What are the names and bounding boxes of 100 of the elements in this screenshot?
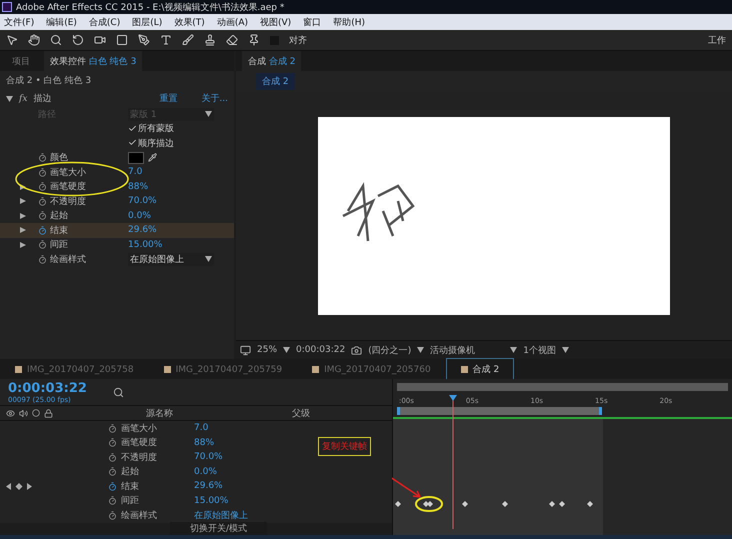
property-label: 画笔大小 bbox=[50, 166, 86, 179]
menu-item[interactable]: 帮助(H) bbox=[333, 16, 365, 28]
property-label: 绘画样式 bbox=[121, 510, 157, 522]
caret-icon[interactable] bbox=[510, 347, 518, 353]
property-value[interactable]: 15.00% bbox=[194, 496, 228, 506]
panel-tab[interactable]: 效果控件 白色 纯色 3 bbox=[44, 50, 142, 72]
property-value[interactable]: 在原始图像上 bbox=[194, 508, 248, 522]
panel-tab[interactable]: 项目 bbox=[6, 50, 36, 72]
rectangle-icon[interactable] bbox=[116, 34, 128, 46]
expand-arrow-icon[interactable] bbox=[20, 212, 27, 219]
menu-item[interactable]: 文件(F) bbox=[4, 16, 34, 28]
brush-icon[interactable] bbox=[182, 34, 194, 46]
about-link[interactable]: 关于... bbox=[201, 92, 228, 105]
snap-label: 对齐 bbox=[289, 34, 307, 46]
camera-icon[interactable] bbox=[94, 34, 106, 46]
solo-dot-icon[interactable] bbox=[32, 409, 40, 417]
stopwatch-icon[interactable] bbox=[38, 153, 47, 162]
zoom-level[interactable]: 25% bbox=[257, 345, 278, 355]
speaker-icon[interactable] bbox=[19, 408, 28, 418]
menu-item[interactable]: 合成(C) bbox=[88, 16, 120, 28]
stopwatch-icon[interactable] bbox=[108, 510, 117, 520]
stopwatch-icon[interactable] bbox=[108, 424, 117, 433]
stopwatch-icon[interactable] bbox=[108, 452, 117, 462]
menu-item[interactable]: 窗口 bbox=[303, 16, 322, 28]
stopwatch-icon[interactable] bbox=[38, 182, 47, 192]
stopwatch-icon[interactable] bbox=[38, 226, 47, 235]
lock-icon[interactable] bbox=[44, 408, 53, 418]
expand-arrow-icon[interactable] bbox=[20, 198, 27, 204]
snapshot-icon[interactable] bbox=[351, 344, 362, 356]
workspace-label[interactable]: 工作 bbox=[708, 34, 726, 46]
property-value[interactable]: 15.00% bbox=[128, 240, 162, 250]
eyedropper-icon[interactable] bbox=[148, 153, 157, 162]
property-value[interactable]: 0.0% bbox=[194, 466, 217, 477]
property-value[interactable]: 29.6% bbox=[194, 481, 223, 492]
timecode[interactable]: 0:00:03:22 bbox=[8, 380, 87, 396]
column-header: 父级 bbox=[292, 408, 310, 420]
annotation-arrow bbox=[392, 476, 421, 498]
timeline-tab[interactable]: IMG_20170407_205759 bbox=[148, 360, 298, 378]
dropdown[interactable]: 在原始图像上 bbox=[128, 252, 214, 266]
eraser-icon[interactable] bbox=[226, 34, 238, 46]
property-value[interactable]: 88% bbox=[128, 182, 148, 192]
stopwatch-icon[interactable] bbox=[38, 211, 47, 220]
menu-item[interactable]: 动画(A) bbox=[216, 16, 248, 28]
timeline-tab[interactable]: IMG_20170407_205760 bbox=[297, 360, 446, 378]
caret-icon[interactable] bbox=[562, 347, 569, 353]
stopwatch-icon[interactable] bbox=[108, 467, 117, 476]
property-label: 间距 bbox=[50, 238, 68, 252]
property-value[interactable]: 0.0% bbox=[128, 210, 151, 221]
rotate-icon[interactable] bbox=[72, 34, 84, 46]
property-label: 间距 bbox=[121, 494, 139, 508]
pen-icon[interactable] bbox=[138, 34, 150, 46]
stamp-icon[interactable] bbox=[204, 34, 216, 46]
expand-arrow-icon[interactable] bbox=[6, 96, 13, 102]
property-value[interactable]: 7.0 bbox=[128, 167, 142, 178]
stopwatch-icon[interactable] bbox=[38, 240, 47, 250]
stopwatch-icon[interactable] bbox=[38, 168, 47, 177]
resolution-dropdown[interactable]: (四分之一) bbox=[368, 344, 412, 356]
keyframe-navigator-icon[interactable] bbox=[6, 482, 32, 490]
expand-arrow-icon[interactable] bbox=[20, 227, 27, 234]
caret-icon[interactable] bbox=[205, 256, 212, 262]
caret-icon[interactable] bbox=[417, 347, 424, 353]
property-label: 起始 bbox=[50, 210, 68, 222]
reset-link[interactable]: 重置 bbox=[159, 92, 178, 105]
stopwatch-icon[interactable] bbox=[38, 254, 47, 264]
current-time[interactable]: 0:00:03:22 bbox=[296, 345, 346, 355]
search-icon[interactable] bbox=[50, 34, 62, 46]
expand-arrow-icon[interactable] bbox=[20, 184, 27, 190]
hand-icon[interactable] bbox=[28, 34, 40, 46]
menu-item[interactable]: 图层(L) bbox=[132, 16, 162, 28]
stopwatch-icon[interactable] bbox=[108, 496, 117, 506]
camera-dropdown[interactable]: 活动摄像机 bbox=[430, 344, 504, 356]
property-label: 不透明度 bbox=[121, 452, 157, 464]
caret-icon[interactable] bbox=[205, 111, 212, 118]
property-value[interactable]: 29.6% bbox=[128, 225, 157, 236]
monitor-icon[interactable] bbox=[240, 344, 251, 356]
toggle-switches-button[interactable]: 切换开关/模式 bbox=[170, 522, 268, 535]
stopwatch-icon[interactable] bbox=[108, 482, 117, 491]
view-layout-dropdown[interactable]: 1个视图 bbox=[523, 344, 556, 356]
search-icon[interactable] bbox=[112, 386, 124, 398]
stopwatch-icon[interactable] bbox=[108, 438, 117, 448]
property-value[interactable]: 70.0% bbox=[194, 452, 223, 462]
timeline-tab[interactable]: IMG_20170407_205758 bbox=[0, 360, 149, 378]
property-value[interactable]: 70.0% bbox=[128, 196, 157, 206]
property-label: 绘画样式 bbox=[38, 252, 128, 266]
caret-icon[interactable] bbox=[283, 347, 290, 353]
expand-arrow-icon[interactable] bbox=[20, 242, 27, 248]
menu-item[interactable]: 效果(T) bbox=[174, 16, 205, 28]
text-icon[interactable] bbox=[160, 34, 172, 46]
menu-item[interactable]: 编辑(E) bbox=[46, 16, 77, 28]
property-value[interactable]: 88% bbox=[194, 438, 214, 448]
eye-icon[interactable] bbox=[6, 408, 15, 418]
panel-tab[interactable]: 合成 合成 2 bbox=[242, 50, 302, 72]
composition-chip[interactable]: 合成 2 bbox=[256, 73, 295, 90]
pin-icon[interactable] bbox=[248, 34, 260, 46]
property-value[interactable]: 7.0 bbox=[194, 423, 208, 434]
menu-item[interactable]: 视图(V) bbox=[260, 16, 292, 28]
playhead[interactable] bbox=[449, 394, 457, 530]
color-swatch[interactable] bbox=[128, 152, 144, 164]
pointer-icon[interactable] bbox=[6, 34, 18, 46]
stopwatch-icon[interactable] bbox=[38, 196, 47, 206]
